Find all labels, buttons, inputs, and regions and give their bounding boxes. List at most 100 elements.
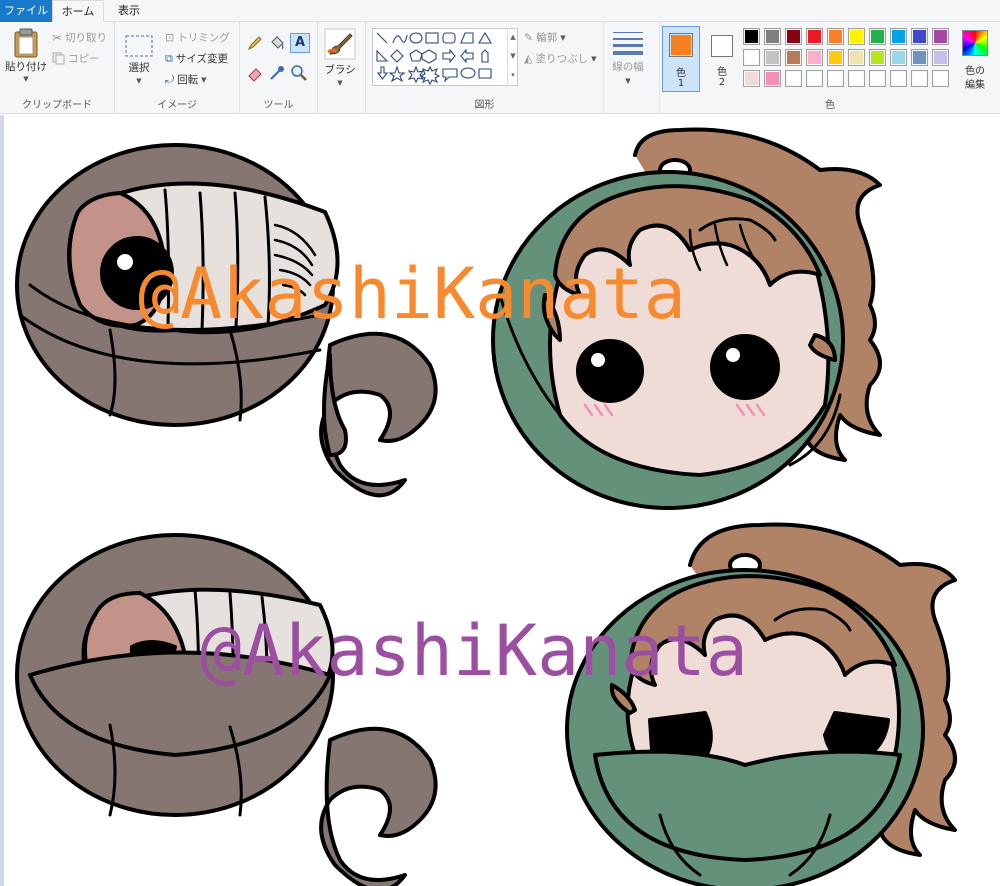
color2-button[interactable]: 色 2 [704,26,740,92]
palette-swatch-fill [913,30,926,43]
shapes-group: ▲ ▼ ▾ ✎ 輪郭 ▼ ◭ 塗りつぶし ▼ 図形 [366,22,604,114]
edit-colors-button[interactable]: 色の 編集 [954,26,996,96]
palette-swatch[interactable] [827,49,844,66]
palette-swatch[interactable] [806,70,823,87]
palette-swatch-fill [745,30,758,43]
palette-swatch[interactable] [785,49,802,66]
paste-label: 貼り付け [5,61,47,73]
palette-swatch-fill [766,51,779,64]
palette-swatch[interactable] [848,49,865,66]
brushes-group: ブラシ ▼ [318,22,366,114]
resize-button[interactable]: ⧉ サイズ変更 [165,51,228,66]
tab-home[interactable]: ホーム [52,0,104,23]
palette-swatch[interactable] [743,49,760,66]
rotate-button[interactable]: ⤾ 回転 ▼ [165,72,207,87]
eraser-icon[interactable] [246,64,264,82]
color2-swatch [711,35,733,57]
shapes-scroll[interactable]: ▲ ▼ ▾ [507,28,518,86]
palette-swatch-fill [871,72,884,85]
palette-swatch-fill [850,51,863,64]
select-button[interactable]: 選択 ▼ [124,34,154,85]
palette-swatch[interactable] [869,28,886,45]
palette-swatch-fill [934,30,947,43]
rotate-label: 回転 [177,74,199,86]
palette-swatch[interactable] [869,49,886,66]
image-group: 選択 ▼ ⊡ トリミング ⧉ サイズ変更 ⤾ 回転 ▼ イメージ [115,22,240,114]
watermark-bottom: @AkashiKanata [200,610,748,692]
color2-label: 色 [717,67,727,78]
fill-icon: ◭ [524,52,533,65]
palette-swatch[interactable] [827,28,844,45]
chevron-down-icon: ▼ [136,77,142,85]
selection-icon [125,35,153,57]
palette-swatch[interactable] [890,28,907,45]
palette-swatch-fill [787,72,800,85]
palette-swatch-fill [829,72,842,85]
rotate-icon: ⤾ [165,72,175,86]
tab-file[interactable]: ファイル [0,0,52,22]
watermark-top: @AkashiKanata [138,253,686,335]
palette-swatch[interactable] [911,70,928,87]
palette-swatch[interactable] [932,70,949,87]
palette-swatch[interactable] [890,49,907,66]
chevron-down-icon: ▼ [201,75,207,84]
color1-swatch [669,33,693,57]
palette-swatch-fill [934,72,947,85]
ninja-head-bottom [15,533,438,886]
palette-swatch[interactable] [932,28,949,45]
text-tool-icon[interactable]: A [290,33,310,53]
palette-swatch[interactable] [827,70,844,87]
palette-swatch-fill [850,30,863,43]
palette-swatch[interactable] [911,28,928,45]
palette-swatch-fill [766,30,779,43]
chevron-down-icon: ▼ [560,33,566,42]
palette-swatch[interactable] [764,28,781,45]
color1-number: 1 [677,78,685,89]
brushes-button[interactable]: ブラシ ▼ [324,28,356,87]
cut-button[interactable]: ✂ 切り取り [52,30,107,45]
edit-colors-line2: 編集 [965,80,985,91]
fill-button[interactable]: ◭ 塗りつぶし ▼ [524,51,596,66]
pencil-icon[interactable] [246,34,264,52]
palette-swatch[interactable] [848,28,865,45]
palette-swatch[interactable] [764,49,781,66]
palette-swatch[interactable] [785,28,802,45]
tab-view[interactable]: 表示 [106,0,152,22]
fill-bucket-icon[interactable] [268,34,286,52]
canvas-drawing[interactable] [0,115,1000,886]
crop-button[interactable]: ⊡ トリミング [165,30,230,45]
copy-label: コピー [68,53,100,65]
palette-swatch[interactable] [848,70,865,87]
palette-swatch-fill [934,51,947,64]
size-button[interactable]: 線の幅 ▼ [612,30,644,85]
palette-swatch[interactable] [890,70,907,87]
canvas-area[interactable]: @AkashiKanata @AkashiKanata [0,115,1000,886]
palette-swatch[interactable] [743,28,760,45]
color-picker-icon[interactable] [268,64,286,82]
colors-group-label: 色 [825,100,835,111]
outline-icon: ✎ [524,31,534,44]
magnifier-icon[interactable] [290,64,308,82]
palette-swatch[interactable] [911,49,928,66]
palette-swatch[interactable] [785,70,802,87]
palette-swatch-fill [787,51,800,64]
size-group: 線の幅 ▼ [604,22,660,114]
palette-swatch-fill [913,72,926,85]
palette-swatch-fill [913,51,926,64]
palette-swatch-fill [892,30,905,43]
palette-swatch[interactable] [869,70,886,87]
paste-button[interactable]: 貼り付け ▼ [5,28,47,83]
copy-button[interactable]: コピー [52,51,100,66]
outline-button[interactable]: ✎ 輪郭 ▼ [524,30,566,45]
palette-swatch[interactable] [743,70,760,87]
palette-swatch[interactable] [806,49,823,66]
resize-label: サイズ変更 [175,53,229,65]
shapes-gallery[interactable] [372,28,518,86]
shapes-gallery-icons [376,31,492,86]
line-width-icon [613,32,643,55]
tools-group-label: ツール [263,100,294,111]
palette-swatch[interactable] [764,70,781,87]
color1-button[interactable]: 色 1 [662,26,700,92]
palette-swatch[interactable] [806,28,823,45]
palette-swatch[interactable] [932,49,949,66]
